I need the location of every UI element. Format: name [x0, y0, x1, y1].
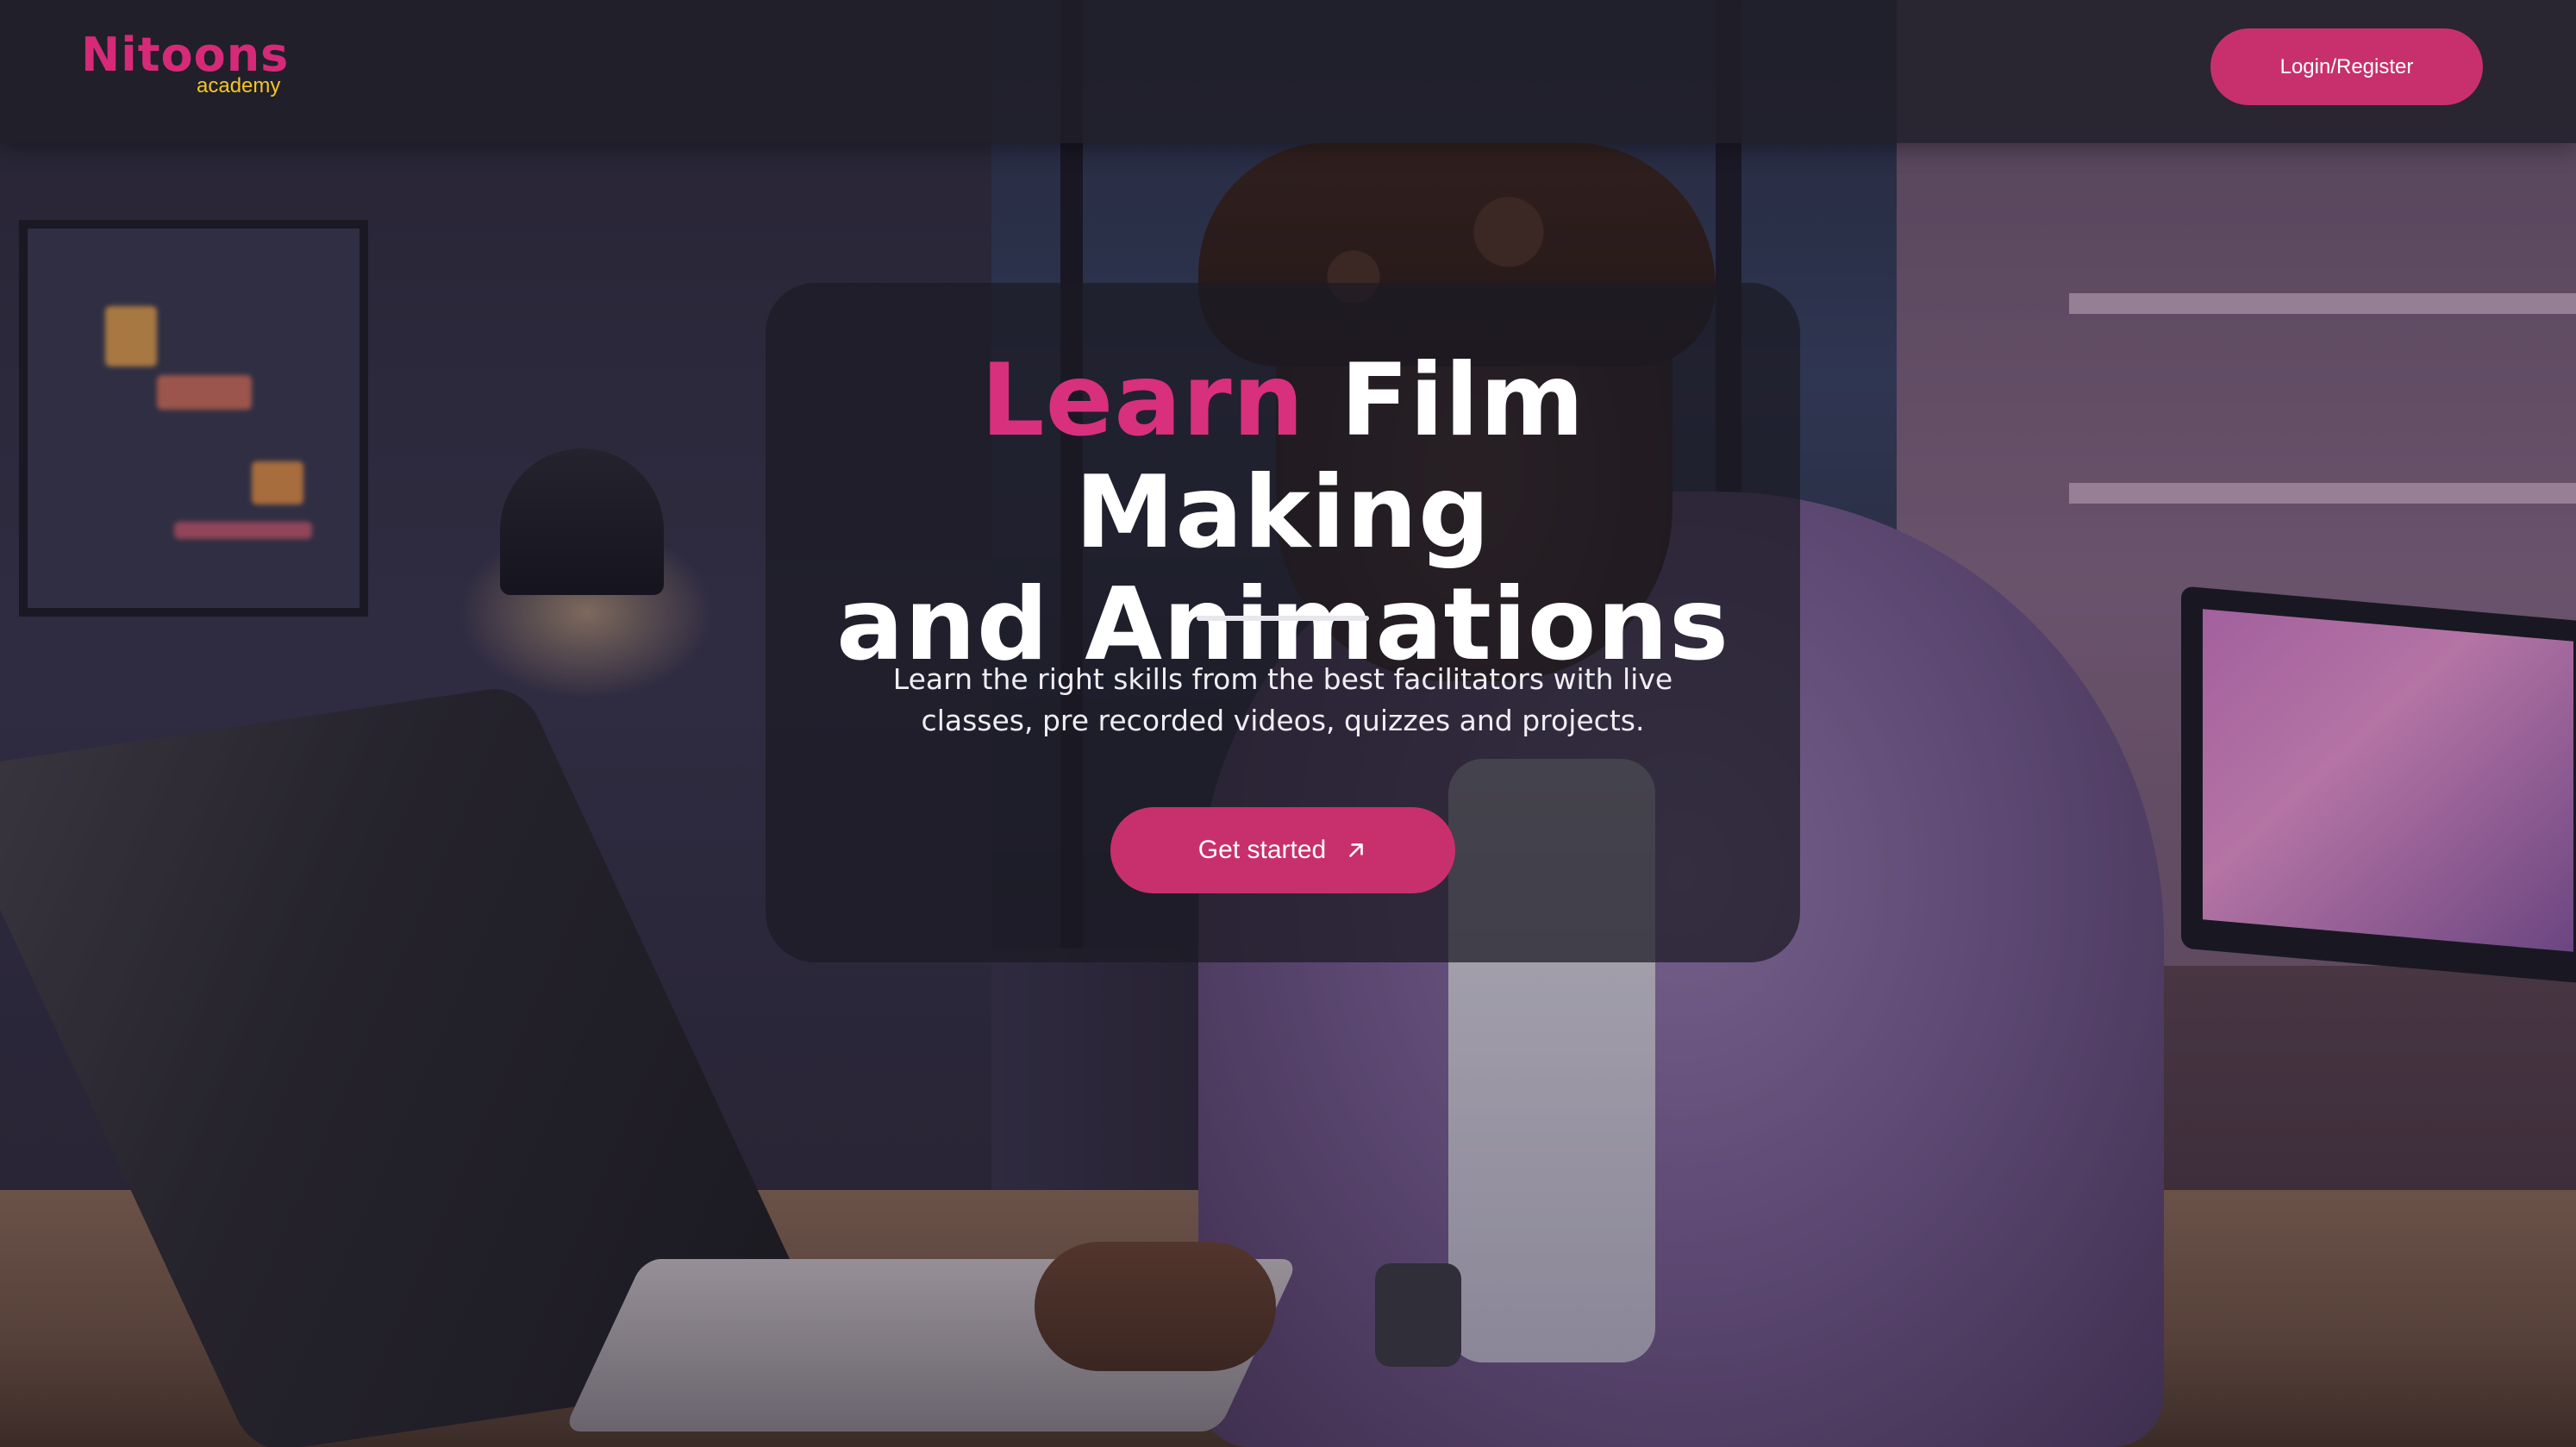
site-header: Nitoons academy Login/Register	[0, 0, 2576, 143]
logo-tagline: academy	[197, 74, 281, 97]
arrow-up-right-icon	[1349, 843, 1364, 857]
hero-subtitle: Learn the right skills from the best fac…	[892, 662, 1673, 737]
title-divider	[1197, 616, 1369, 621]
hero-title-accent: Learn	[980, 342, 1305, 459]
get-started-button[interactable]: Get started	[1110, 807, 1455, 893]
hero-card: Learn Film Making and Animations Learn t…	[766, 283, 1800, 962]
login-register-button[interactable]: Login/Register	[2210, 28, 2483, 105]
brand-logo[interactable]: Nitoons academy	[81, 29, 305, 107]
hero-title: Learn Film Making and Animations	[766, 345, 1800, 681]
logo-wordmark: Nitoons	[81, 28, 290, 82]
get-started-label: Get started	[1197, 836, 1327, 864]
